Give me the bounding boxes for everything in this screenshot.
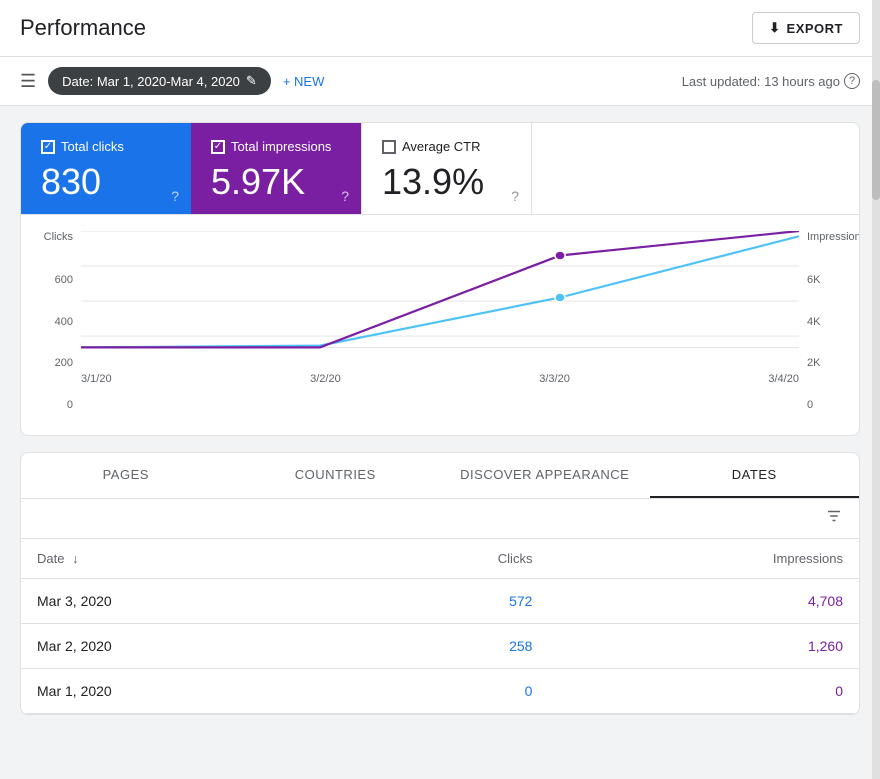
metric-tile-clicks: Total clicks 830 ? (21, 123, 191, 214)
impressions-help-icon[interactable]: ? (341, 188, 349, 204)
clicks-checkbox[interactable] (41, 140, 55, 154)
table-card: PAGES COUNTRIES DISCOVER APPEARANCE DATE… (20, 452, 860, 715)
metric-label-ctr: Average CTR (382, 139, 511, 154)
x-label-1: 3/1/20 (81, 373, 112, 385)
data-table: Date ↓ Clicks Impressions Mar 3, 2020 57… (21, 539, 859, 714)
cell-impressions-1[interactable]: 4,708 (548, 578, 859, 623)
y-right-label-impressions: Impressions (807, 231, 860, 243)
impressions-checkbox[interactable] (211, 140, 225, 154)
y-left-label-clicks: Clicks (44, 231, 73, 243)
main-content: Total clicks 830 ? Total impressions 5.9… (0, 106, 880, 731)
metrics-row: Total clicks 830 ? Total impressions 5.9… (21, 123, 859, 215)
table-row: Mar 1, 2020 0 0 (21, 668, 859, 713)
filter-left: ☰ Date: Mar 1, 2020-Mar 4, 2020 ✎ + NEW (20, 67, 324, 95)
chart-svg-container: 3/1/20 3/2/20 3/3/20 3/4/20 (81, 231, 799, 411)
table-row: Mar 3, 2020 572 4,708 (21, 578, 859, 623)
tab-countries[interactable]: COUNTRIES (231, 453, 441, 498)
cell-impressions-3[interactable]: 0 (548, 668, 859, 713)
scrollbar-thumb[interactable] (872, 80, 880, 200)
metrics-chart-card: Total clicks 830 ? Total impressions 5.9… (20, 122, 860, 436)
edit-icon: ✎ (246, 73, 257, 89)
scrollbar[interactable] (872, 0, 880, 779)
ctr-value: 13.9% (382, 162, 511, 202)
export-button[interactable]: ⬇ EXPORT (752, 12, 860, 44)
filter-bar: ☰ Date: Mar 1, 2020-Mar 4, 2020 ✎ + NEW … (0, 57, 880, 106)
cell-clicks-1[interactable]: 572 (346, 578, 549, 623)
filter-table-icon[interactable] (825, 507, 843, 530)
x-label-2: 3/2/20 (310, 373, 341, 385)
cell-date-3: Mar 1, 2020 (21, 668, 346, 713)
cell-clicks-3[interactable]: 0 (346, 668, 549, 713)
tab-discover[interactable]: DISCOVER APPEARANCE (440, 453, 650, 498)
clicks-help-icon[interactable]: ? (171, 188, 179, 204)
ctr-help-icon[interactable]: ? (511, 188, 519, 204)
sort-icon: ↓ (72, 551, 79, 566)
table-row: Mar 2, 2020 258 1,260 (21, 623, 859, 668)
col-header-date[interactable]: Date ↓ (21, 539, 346, 579)
chart-area: Clicks 600 400 200 0 (21, 215, 859, 435)
new-button[interactable]: + NEW (283, 74, 325, 89)
col-header-clicks[interactable]: Clicks (346, 539, 549, 579)
help-icon[interactable]: ? (844, 73, 860, 89)
tabs-row: PAGES COUNTRIES DISCOVER APPEARANCE DATE… (21, 453, 859, 499)
top-bar: Performance ⬇ EXPORT (0, 0, 880, 57)
cell-impressions-2[interactable]: 1,260 (548, 623, 859, 668)
cell-clicks-2[interactable]: 258 (346, 623, 549, 668)
page-title: Performance (20, 15, 146, 41)
table-toolbar (21, 499, 859, 539)
last-updated: Last updated: 13 hours ago ? (682, 73, 860, 89)
x-label-4: 3/4/20 (768, 373, 799, 385)
ctr-checkbox[interactable] (382, 140, 396, 154)
metric-tile-ctr: Average CTR 13.9% ? (361, 123, 531, 214)
col-header-impressions[interactable]: Impressions (548, 539, 859, 579)
metric-label-impressions: Total impressions (211, 139, 341, 154)
date-filter-button[interactable]: Date: Mar 1, 2020-Mar 4, 2020 ✎ (48, 67, 271, 95)
cell-date-1: Mar 3, 2020 (21, 578, 346, 623)
cell-date-2: Mar 2, 2020 (21, 623, 346, 668)
metric-tile-impressions: Total impressions 5.97K ? (191, 123, 361, 214)
metric-label-clicks: Total clicks (41, 139, 171, 154)
x-label-3: 3/3/20 (539, 373, 570, 385)
clicks-value: 830 (41, 162, 171, 202)
filter-icon[interactable]: ☰ (20, 71, 36, 92)
impressions-value: 5.97K (211, 162, 341, 202)
tab-dates[interactable]: DATES (650, 453, 860, 498)
download-icon: ⬇ (769, 20, 780, 36)
metric-tile-empty (531, 123, 859, 214)
tab-pages[interactable]: PAGES (21, 453, 231, 498)
